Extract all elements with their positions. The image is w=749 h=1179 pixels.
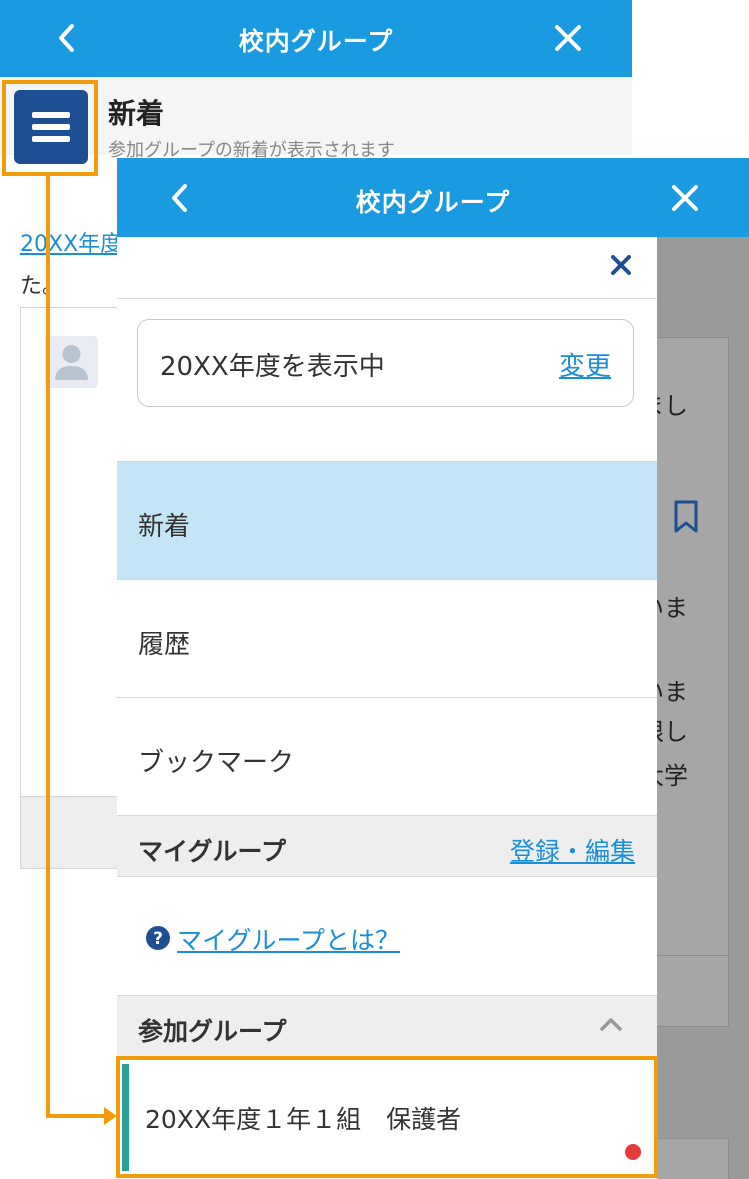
year-selector-text: 20XX年度を表示中 bbox=[160, 352, 385, 382]
nav-item-bookmark[interactable]: ブックマーク bbox=[117, 697, 657, 815]
close-icon[interactable] bbox=[548, 18, 588, 58]
svg-text:?: ? bbox=[153, 929, 163, 949]
divider bbox=[117, 298, 657, 299]
background-content-link[interactable]: 20XX年度 bbox=[20, 226, 122, 258]
background-header: 校内グループ bbox=[0, 0, 632, 77]
side-drawer: 20XX年度を表示中 変更 新着 履歴 ブックマーク マイグループ 登録・編集 … bbox=[117, 237, 657, 1179]
nav-item-label: 履歴 bbox=[138, 630, 191, 660]
group-accent-bar bbox=[122, 1064, 129, 1171]
year-selector: 20XX年度を表示中 変更 bbox=[137, 319, 634, 407]
my-group-help-text[interactable]: マイグループとは？ bbox=[177, 921, 400, 957]
help-circle-icon: ? bbox=[145, 925, 171, 951]
nav-item-label: ブックマーク bbox=[138, 748, 295, 778]
joined-group-item[interactable]: 20XX年度１年１組 保護者 bbox=[117, 1058, 657, 1179]
my-group-edit-link[interactable]: 登録・編集 bbox=[510, 832, 635, 868]
overlay-header-title: 校内グループ bbox=[355, 188, 511, 217]
nav-item-history[interactable]: 履歴 bbox=[117, 579, 657, 697]
drawer-close-icon[interactable] bbox=[609, 253, 633, 277]
menu-highlight-frame bbox=[2, 80, 98, 176]
background-post-card bbox=[20, 307, 130, 869]
overlay-header: 校内グループ bbox=[117, 158, 749, 237]
dimmed-divider bbox=[657, 955, 729, 956]
background-content-text: た。 bbox=[20, 274, 65, 299]
dimmed-post-card bbox=[657, 1138, 729, 1179]
close-icon[interactable] bbox=[665, 178, 705, 218]
user-icon bbox=[45, 336, 98, 388]
my-group-label: マイグループ bbox=[138, 837, 287, 866]
unread-dot-icon bbox=[625, 1144, 641, 1160]
bookmark-icon bbox=[673, 500, 699, 534]
my-group-section-header: マイグループ 登録・編集 bbox=[117, 815, 657, 877]
nav-item-label: 新着 bbox=[138, 512, 191, 542]
joined-group-name: 20XX年度１年１組 保護者 bbox=[145, 1105, 462, 1134]
nav-item-new[interactable]: 新着 bbox=[117, 461, 657, 579]
joined-groups-section-header[interactable]: 参加グループ bbox=[117, 995, 657, 1057]
year-change-link[interactable]: 変更 bbox=[559, 346, 611, 383]
chevron-up-icon[interactable] bbox=[599, 1016, 623, 1032]
subheader-title: 新着 bbox=[108, 97, 165, 130]
background-card-footer bbox=[20, 796, 130, 869]
joined-groups-label: 参加グループ bbox=[138, 1017, 287, 1046]
background-header-title: 校内グループ bbox=[238, 27, 394, 56]
